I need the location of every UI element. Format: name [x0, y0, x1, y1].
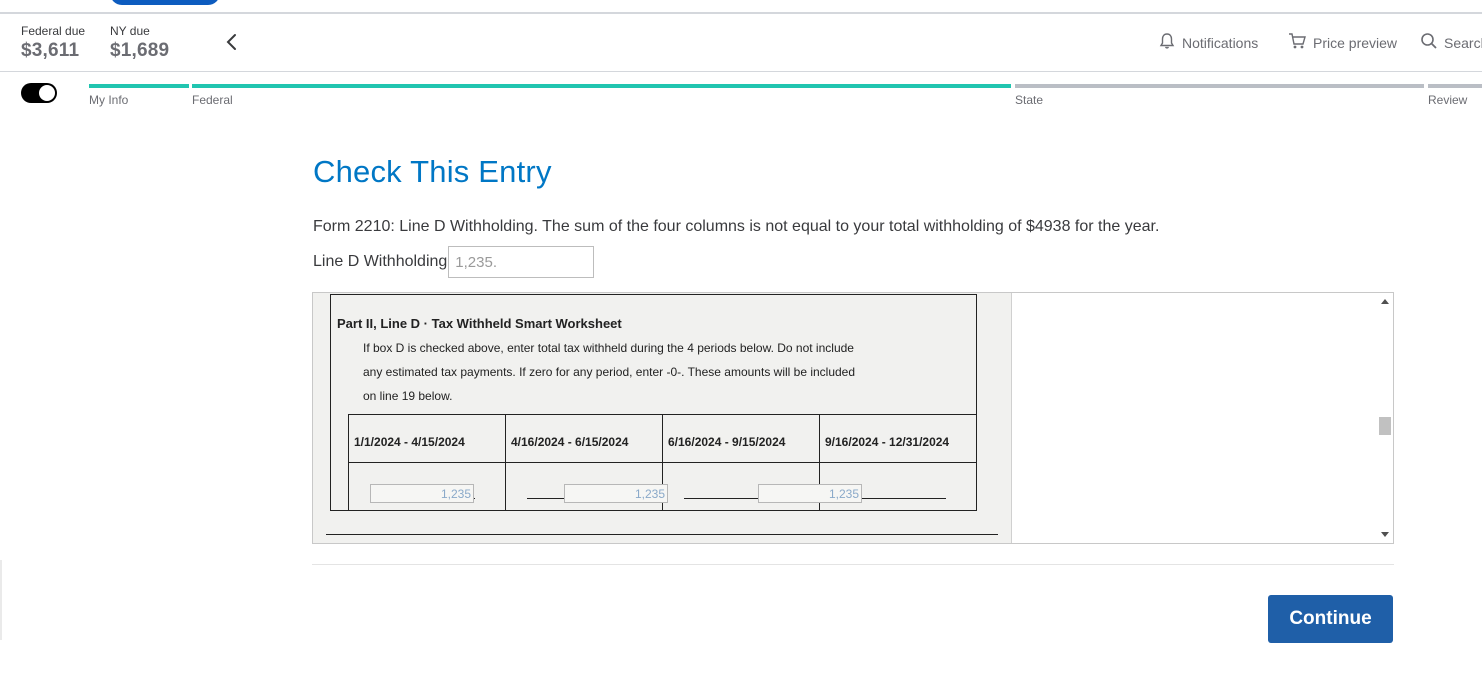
worksheet-bottom-rule [326, 534, 998, 535]
period-2-input[interactable] [564, 484, 668, 503]
federal-due-label: Federal due [21, 24, 86, 38]
worksheet-desc-line-3: on line 19 below. [363, 389, 453, 403]
view-toggle[interactable] [21, 83, 57, 103]
line-d-input[interactable] [448, 246, 595, 278]
line-d-label: Line D Withholding [313, 253, 448, 270]
worksheet-pane: Part II, Line D · Tax Withheld Smart Wor… [313, 293, 1012, 543]
worksheet-frame: Part II, Line D · Tax Withheld Smart Wor… [312, 292, 1394, 544]
notifications-link[interactable]: Notifications [1158, 32, 1258, 53]
notifications-label: Notifications [1182, 34, 1259, 51]
line-d-field: Line D Withholding [313, 246, 595, 278]
ny-due-label: NY due [110, 24, 150, 38]
scroll-up-arrow-icon[interactable] [1381, 299, 1389, 304]
left-edge-rule [0, 560, 2, 640]
scroll-thumb[interactable] [1379, 417, 1391, 435]
ny-due-amount: $1,689 [110, 40, 170, 61]
top-action-button[interactable] [110, 0, 220, 5]
worksheet-desc-line-1: If box D is checked above, enter total t… [363, 341, 854, 355]
period-header: 1/1/2024 - 4/15/2024 [354, 435, 465, 449]
table-row-divider [349, 462, 977, 463]
step-my-info[interactable]: My Info [89, 93, 128, 107]
period-3-input[interactable] [758, 484, 862, 503]
search-link[interactable]: Search [1420, 32, 1482, 53]
price-preview-label: Price preview [1313, 34, 1398, 51]
scroll-down-arrow-icon[interactable] [1381, 532, 1389, 537]
period-1-input[interactable] [370, 484, 474, 503]
step-review[interactable]: Review [1428, 93, 1467, 107]
chevron-left-icon[interactable] [222, 30, 242, 54]
period-header: 6/16/2024 - 9/15/2024 [668, 435, 786, 449]
progress-bar-federal [192, 84, 1011, 88]
period-header: 4/16/2024 - 6/15/2024 [511, 435, 629, 449]
price-preview-link[interactable]: Price preview [1288, 32, 1397, 53]
step-federal[interactable]: Federal [192, 93, 233, 107]
period-header: 9/16/2024 - 12/31/2024 [825, 435, 950, 449]
progress-bar-my-info [89, 84, 189, 88]
header: Federal due $3,611 NY due $1,689 Notific… [0, 14, 1482, 72]
federal-due: Federal due $3,611 [21, 24, 85, 62]
top-strip [0, 0, 1482, 14]
search-label: Search [1444, 34, 1482, 51]
search-icon [1420, 32, 1438, 53]
progress-bar-review [1428, 84, 1482, 88]
withholding-table: 1/1/2024 - 4/15/2024 4/16/2024 - 6/15/20… [348, 414, 977, 511]
step-state[interactable]: State [1015, 93, 1043, 107]
worksheet-title: Part II, Line D · Tax Withheld Smart Wor… [337, 316, 622, 331]
continue-button[interactable]: Continue [1268, 595, 1393, 643]
worksheet-box: Part II, Line D · Tax Withheld Smart Wor… [330, 294, 977, 511]
cart-icon [1288, 32, 1307, 53]
ny-due: NY due $1,689 [110, 24, 169, 62]
footer-divider [312, 564, 1394, 565]
toggle-knob [39, 85, 55, 101]
worksheet-desc-line-2: any estimated tax payments. If zero for … [363, 365, 856, 379]
bell-icon [1158, 32, 1176, 53]
error-message: Form 2210: Line D Withholding. The sum o… [313, 218, 1160, 235]
progress-bar-state [1015, 84, 1424, 88]
federal-due-amount: $3,611 [21, 40, 80, 61]
page-title: Check This Entry [313, 154, 552, 189]
worksheet-scrollbar[interactable] [1377, 293, 1393, 543]
